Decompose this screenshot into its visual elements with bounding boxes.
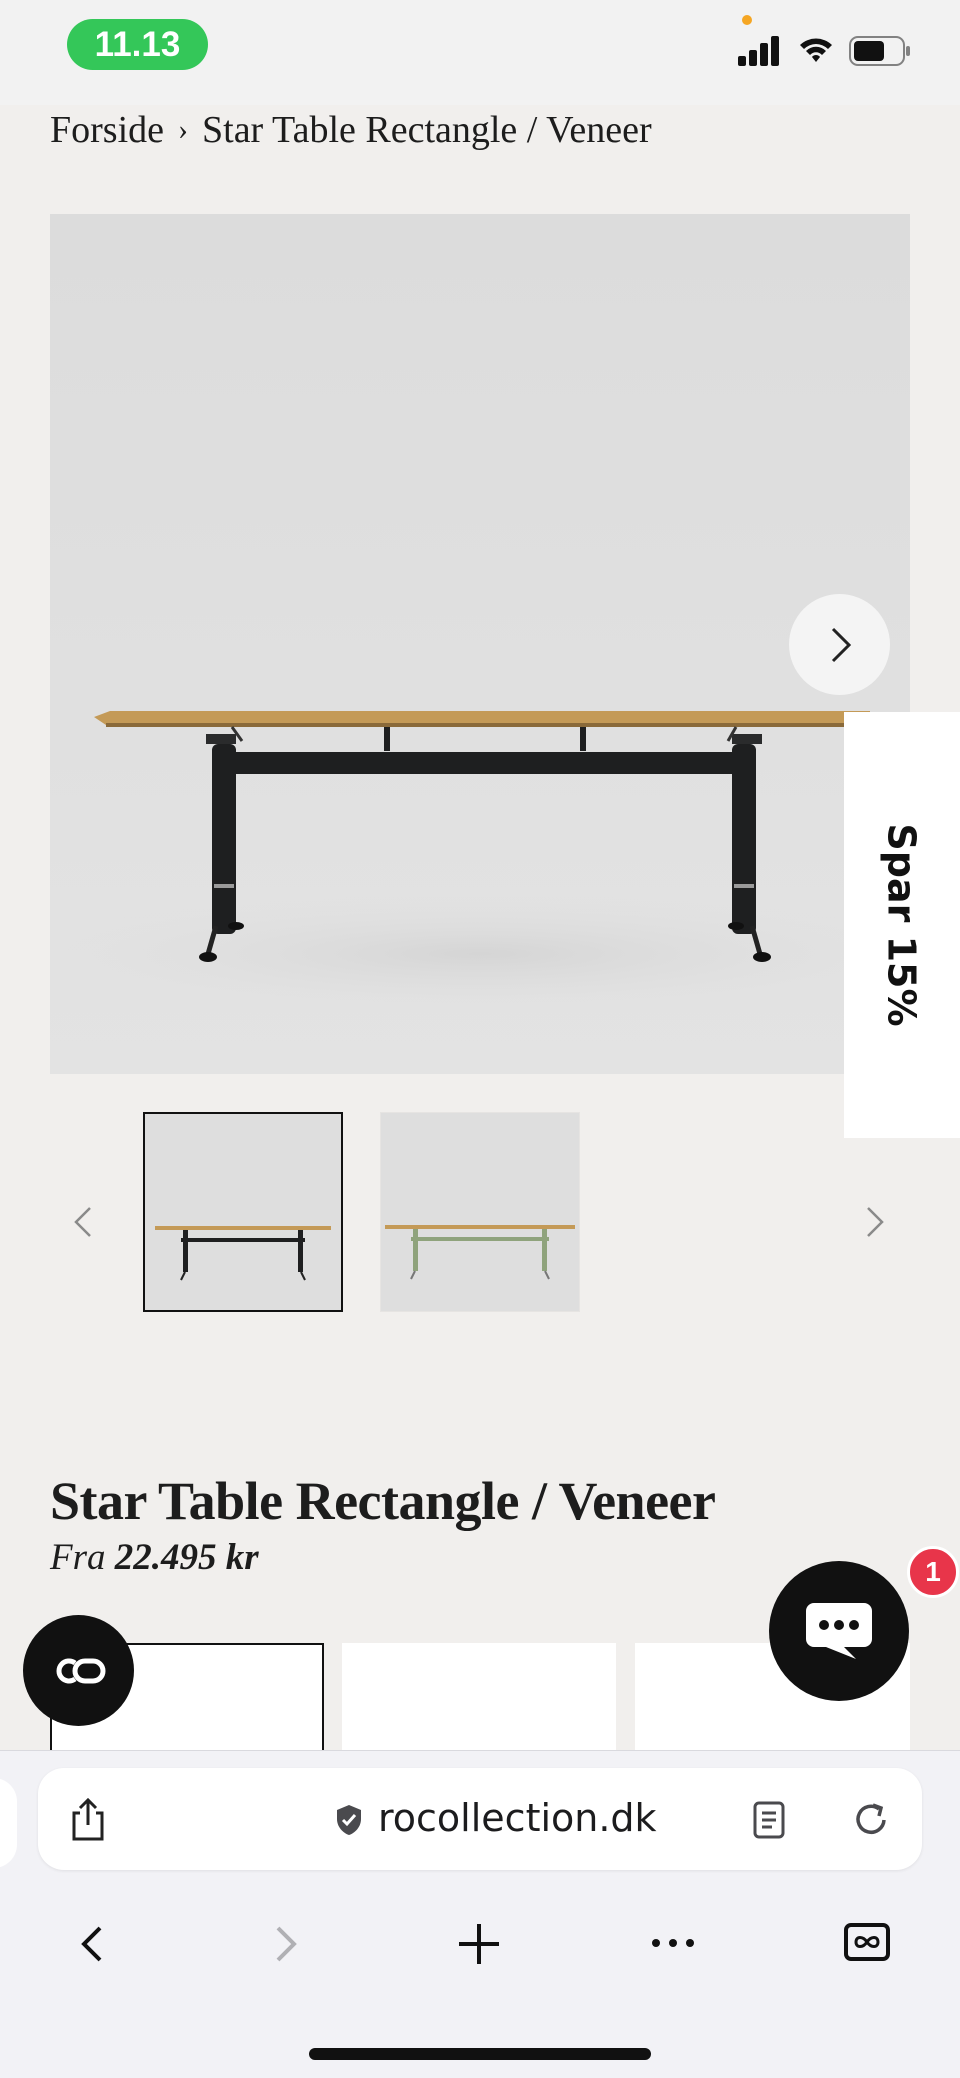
reader-mode-icon[interactable] — [752, 1801, 786, 1839]
price-value: 22.495 kr — [114, 1537, 259, 1578]
previous-tab-edge[interactable] — [0, 1778, 17, 1868]
co-logo-icon — [56, 1658, 105, 1683]
thumbnail-prev-icon[interactable] — [68, 1202, 98, 1242]
price-prefix: Fra — [50, 1537, 106, 1578]
product-price: Fra 22.495 kr — [50, 1536, 259, 1579]
variant-option-2[interactable] — [342, 1643, 616, 1753]
chevron-right-icon — [831, 627, 851, 662]
thumbnail-green-frame[interactable] — [380, 1112, 580, 1312]
breadcrumb-current: Star Table Rectangle / Veneer — [202, 109, 652, 151]
reload-icon[interactable] — [851, 1800, 891, 1840]
share-icon[interactable] — [66, 1797, 110, 1843]
product-title: Star Table Rectangle / Veneer — [50, 1471, 716, 1531]
table-illustration — [50, 711, 910, 1014]
new-tab-icon[interactable] — [457, 1922, 501, 1966]
breadcrumb-home-link[interactable]: Forside — [50, 108, 164, 152]
thumbnail-image — [155, 1226, 331, 1281]
image-next-button[interactable] — [789, 594, 890, 695]
forward-icon[interactable] — [272, 1922, 300, 1966]
more-icon[interactable] — [651, 1936, 695, 1950]
wifi-icon — [800, 38, 832, 62]
thumbnail-black-frame[interactable] — [143, 1112, 343, 1312]
thumbnail-next-icon[interactable] — [860, 1202, 890, 1242]
chat-bubble-icon — [806, 1603, 872, 1659]
discount-promo-tab[interactable]: Spar 15% — [844, 712, 960, 1138]
tabs-overview-icon[interactable] — [843, 1922, 891, 1962]
chat-button[interactable] — [769, 1561, 909, 1701]
cellular-signal-icon — [738, 36, 779, 66]
chat-notification-badge: 1 — [907, 1546, 959, 1598]
back-icon[interactable] — [78, 1922, 106, 1966]
co-widget-button[interactable] — [23, 1615, 134, 1726]
status-bar: 11.13 — [0, 0, 960, 105]
url-text[interactable]: rocollection.dk — [378, 1796, 657, 1840]
breadcrumb-separator: › — [178, 113, 188, 146]
battery-icon — [849, 36, 910, 66]
thumbnail-image — [385, 1225, 575, 1280]
privacy-dot-icon — [742, 15, 752, 25]
product-main-image[interactable] — [50, 214, 910, 1074]
promo-label: Spar 15% — [880, 823, 925, 1027]
shield-check-icon — [337, 1805, 361, 1835]
page: 11.13 Forside › Star Table Rectangle / V… — [0, 0, 960, 2078]
status-time: 11.13 — [67, 19, 208, 70]
home-indicator — [309, 2048, 651, 2060]
breadcrumb: Forside › Star Table Rectangle / Veneer — [50, 108, 652, 152]
